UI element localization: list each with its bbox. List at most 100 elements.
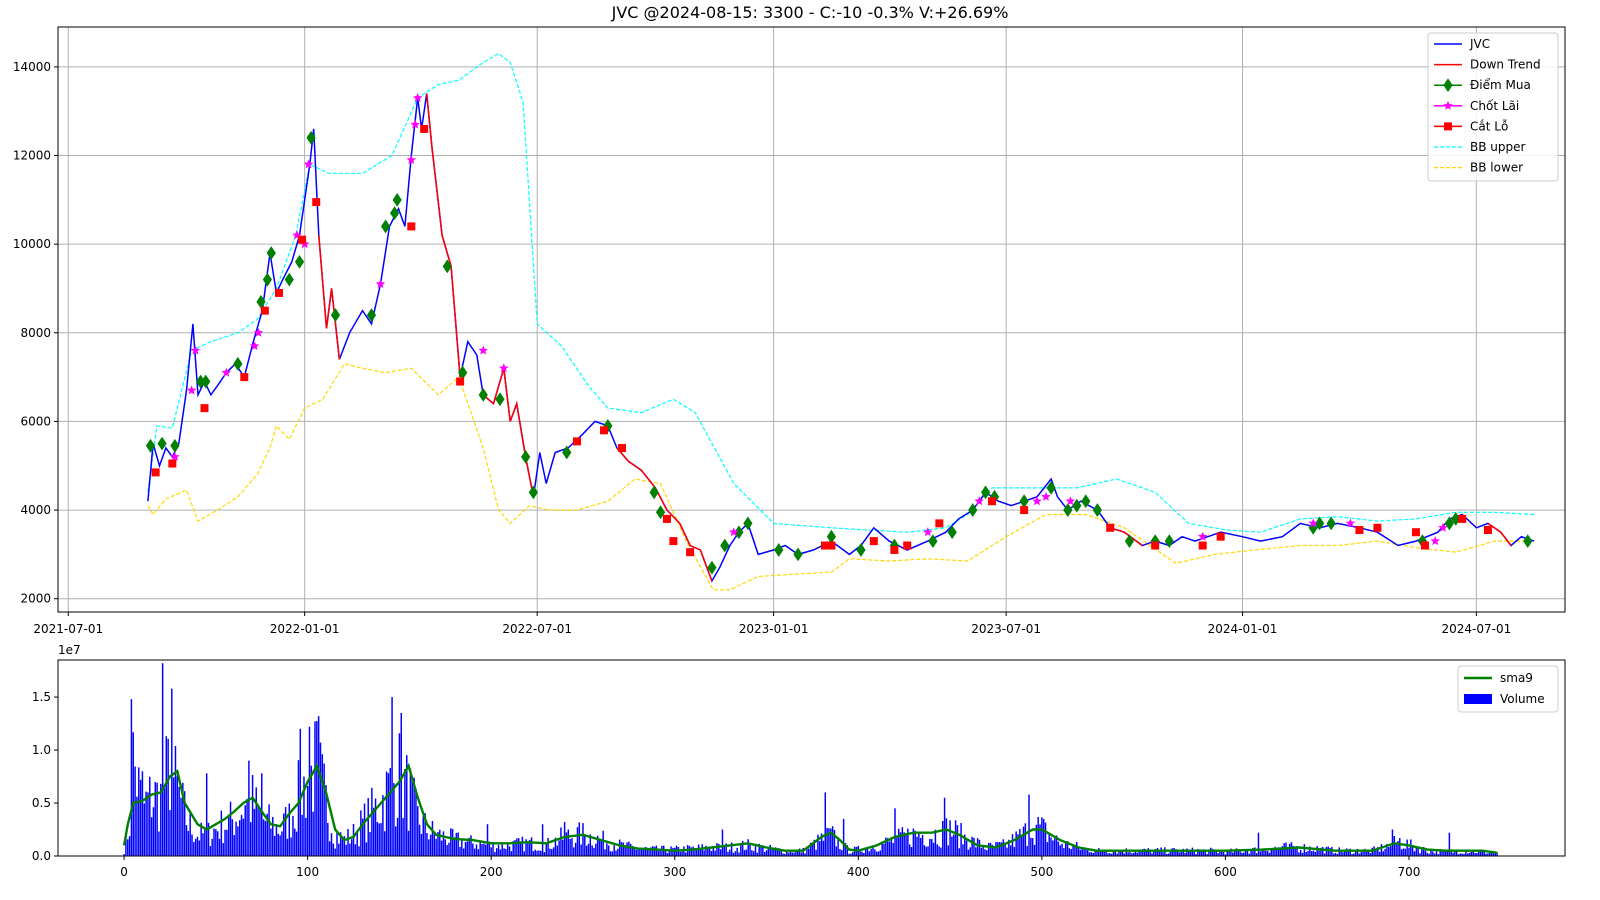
volume-bar xyxy=(136,796,138,856)
volume-bar xyxy=(1024,823,1027,856)
volume-bar xyxy=(734,851,737,856)
volume-bar xyxy=(1048,833,1050,856)
volume-bar xyxy=(945,818,948,856)
y-tick-label: 2000 xyxy=(20,592,51,606)
volume-bar xyxy=(132,732,134,856)
volume-bar xyxy=(435,838,437,856)
x-tick-label: 2024-07-01 xyxy=(1441,622,1511,636)
volume-bar xyxy=(815,849,817,856)
volume-bar xyxy=(969,847,972,856)
volume-bar xyxy=(176,775,179,856)
volume-bar xyxy=(908,844,911,856)
stop-loss-marker xyxy=(1020,506,1029,515)
volume-bar xyxy=(998,841,1001,856)
volume-bar xyxy=(1162,852,1164,856)
stop-loss-marker xyxy=(827,541,836,550)
volume-bar xyxy=(382,795,384,856)
volume-bar xyxy=(360,810,362,856)
y-tick-label: 0.0 xyxy=(32,849,51,863)
volume-bar xyxy=(1120,851,1122,856)
volume-bar xyxy=(538,850,540,856)
volume-bar xyxy=(747,839,749,856)
volume-bar xyxy=(352,823,355,856)
volume-bar xyxy=(1288,843,1291,856)
volume-bar xyxy=(697,844,700,856)
volume-bar xyxy=(516,838,518,856)
volume-bar xyxy=(444,839,447,856)
volume-bar xyxy=(286,838,289,856)
legend-label: Down Trend xyxy=(1470,58,1541,72)
volume-bar xyxy=(1389,845,1392,856)
volume-bar xyxy=(380,823,382,856)
volume-bar xyxy=(255,787,257,856)
volume-bar xyxy=(462,848,465,856)
volume-scale-label: 1e7 xyxy=(58,643,81,657)
volume-bar xyxy=(127,839,129,856)
volume-bar xyxy=(1022,826,1025,856)
volume-bar xyxy=(1127,852,1129,856)
volume-bar xyxy=(426,833,428,856)
volume-bar xyxy=(336,832,338,856)
volume-bar xyxy=(433,832,436,856)
volume-bar xyxy=(569,838,571,856)
volume-bar xyxy=(701,844,704,856)
volume-bar xyxy=(1129,852,1131,856)
volume-bar xyxy=(1305,852,1307,856)
volume-bar xyxy=(685,852,687,856)
volume-bar xyxy=(297,760,300,856)
y-tick-label: 1.5 xyxy=(32,690,51,704)
stop-loss-marker xyxy=(988,497,997,506)
volume-bar xyxy=(213,828,215,856)
volume-bar xyxy=(244,805,246,856)
volume-bar xyxy=(393,783,395,856)
volume-bar xyxy=(967,849,970,856)
volume-bar xyxy=(997,842,999,856)
volume-bar xyxy=(347,829,349,856)
volume-bar xyxy=(222,843,224,856)
x-tick-label: 2021-07-01 xyxy=(33,622,103,636)
volume-bar xyxy=(259,808,261,856)
volume-bar xyxy=(1033,844,1036,856)
volume-bar xyxy=(894,808,896,856)
volume-bar xyxy=(791,852,793,856)
volume-bar xyxy=(365,842,368,856)
volume-bar xyxy=(729,849,731,856)
volume-bar xyxy=(703,850,705,856)
chart-figure: JVC @2024-08-15: 3300 - C:-10 -0.3% V:+2… xyxy=(13,3,1566,879)
volume-bar xyxy=(657,850,659,856)
volume-bar xyxy=(1079,849,1082,856)
volume-bar xyxy=(330,833,333,856)
volume-bar xyxy=(620,842,623,856)
volume-bar xyxy=(409,768,412,856)
volume-bar xyxy=(571,838,573,856)
x-tick-label: 700 xyxy=(1398,865,1421,879)
volume-bar xyxy=(461,838,463,856)
volume-bar xyxy=(668,850,670,856)
volume-bar xyxy=(499,849,502,856)
volume-bar xyxy=(751,850,753,856)
volume-bar xyxy=(1050,837,1052,856)
volume-bar xyxy=(953,834,955,856)
volume-bar xyxy=(316,720,318,856)
volume-bar xyxy=(769,844,771,856)
stop-loss-marker xyxy=(312,198,321,207)
volume-bar xyxy=(1342,852,1344,856)
x-tick-label: 400 xyxy=(847,865,870,879)
volume-bar xyxy=(1098,848,1100,856)
stop-loss-marker xyxy=(1106,523,1115,532)
volume-bar xyxy=(216,831,219,856)
volume-bar xyxy=(1382,851,1385,856)
volume-bar xyxy=(1169,852,1172,856)
volume-bar xyxy=(160,783,162,856)
volume-bar xyxy=(975,847,977,856)
volume-bar xyxy=(517,838,520,856)
volume-bar xyxy=(1243,852,1245,856)
volume-bar xyxy=(272,816,274,856)
stop-loss-marker xyxy=(1483,526,1492,535)
volume-bar xyxy=(1090,852,1093,856)
volume-bar xyxy=(1448,832,1451,856)
volume-bar xyxy=(1171,848,1173,856)
legend-label: Volume xyxy=(1500,692,1545,706)
volume-bar xyxy=(626,842,628,856)
volume-bar xyxy=(224,829,226,856)
